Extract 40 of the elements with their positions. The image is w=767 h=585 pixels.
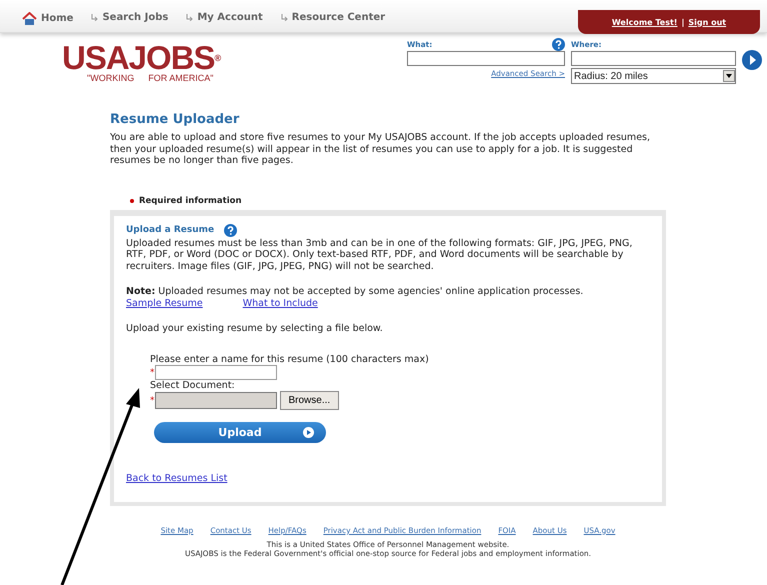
logo-tagline: FOR AMERICA" [148,73,214,83]
separator-text: | [681,18,684,26]
where-field[interactable] [571,51,736,66]
resume-name-field[interactable] [154,365,276,380]
field-label: Please enter a name for this resume (100 characters max) [150,354,430,365]
nav-link[interactable]: My Account [186,12,263,23]
back-link[interactable]: Back to Resumes List [126,473,650,484]
radius-dropdown[interactable]: Radius: 20 miles [571,68,736,84]
help-link[interactable]: Sample Resume [126,298,203,308]
play-icon [303,427,314,438]
arrow-icon [280,14,288,21]
help-link[interactable]: What to Include [242,298,318,308]
logo-tagline: "WORKING [87,73,134,83]
required-dot-icon [130,198,134,202]
file-path-field[interactable] [154,392,276,409]
instruction-text: Upload your existing resume by selecting a file below. [126,322,384,334]
search-go-icon[interactable] [742,50,762,70]
arrow-icon [186,14,194,21]
sign-out-link[interactable]: Sign out [688,18,726,26]
intro-text: You are able to upload and store five resumes to your My USAJOBS account. If the job accepts uploaded resumes, then your uploaded resume(s) will appear in the list of resumes you can use to apply for a job. It is suggested resumes be no longer than five pages. [110,132,652,166]
note-text: Note: Uploaded resumes may not be accepted by some agencies' online application processes. [126,286,584,298]
welcome-link[interactable]: Welcome Test! [612,18,678,26]
home-icon [22,12,37,25]
what-field[interactable] [407,51,565,66]
nav-link[interactable]: Search Jobs [91,12,168,23]
section-heading: Upload a Resume [126,225,214,235]
logo-text: USAJOBS$^{®}$ [62,43,220,73]
page-title: Resume Uploader [110,112,240,127]
help-icon[interactable] [552,38,565,51]
nav-link[interactable]: Resource Center [280,12,386,23]
formats-text: Uploaded resumes must be less than 3mb and can be in one of the following formats: GIF, JPG, JPEG, PNG, RTF, PDF, or Word (DOC or DOCX). Only text-based RTF, PDF, and Word documents will be searchable by recruiters. Image files (GIF, JPG, JPEG, PNG) will not be searched. [126,238,634,272]
nav-link[interactable]: Home [22,12,74,25]
required-info-text: Required information [139,196,242,206]
field-label: Select Document: [150,380,236,391]
required-mark: * [150,368,154,376]
arrow-icon [91,14,98,21]
help-icon[interactable] [224,224,238,236]
required-mark: * [150,396,154,404]
upload-button[interactable]: Upload [154,422,326,443]
browse-button[interactable]: Browse... [280,391,340,410]
